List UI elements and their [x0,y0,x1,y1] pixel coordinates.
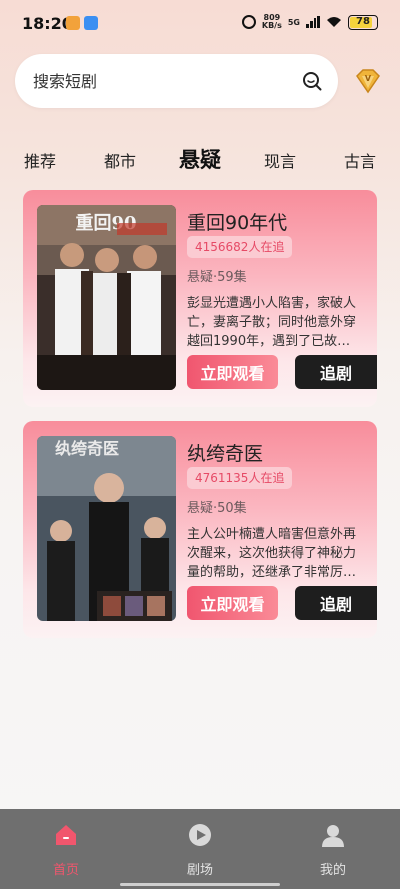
vip-diamond-icon[interactable]: V [353,68,383,94]
nav-theater-label: 剧场 [186,863,213,878]
drama-meta: 悬疑·50集 [187,501,247,516]
watchers-badge: 4761135人在追 [187,467,293,489]
tab-romance[interactable]: 现言 [264,148,296,172]
poster-image: 重回90 [37,205,176,390]
tab-recommend[interactable]: 推荐 [24,148,56,172]
drama-title[interactable]: 纨绔奇医 [187,439,263,466]
watch-now-button[interactable]: 立即观看 [187,586,278,620]
network-speed-unit: KB/s [261,21,282,30]
svg-text:V: V [365,74,372,83]
tab-suspense[interactable]: 悬疑 [179,144,221,174]
status-bar: 18:20 809 KB/s 5G 78 [0,0,400,48]
tab-city[interactable]: 都市 [104,148,136,172]
nav-profile[interactable]: 我的 [293,809,373,889]
drama-synopsis: 主人公叶楠遭人暗害但意外再次醒来，这次他获得了神秘力量的帮助，还继承了非常厉… [187,527,357,580]
nav-theater[interactable]: 剧场 [160,809,240,889]
category-tabs: 推荐 都市 悬疑 现言 古言 [0,140,400,176]
alarm-icon [241,15,256,29]
home-icon [56,825,76,845]
network-type: 5G [287,17,300,27]
watch-now-button[interactable]: 立即观看 [187,355,278,389]
watchers-badge: 4156682人在追 [187,236,293,258]
wifi-icon [327,17,341,27]
bottom-nav: 首页 剧场 我的 [0,809,400,889]
follow-drama-button[interactable]: 追剧 [295,355,377,389]
status-indicators: 809 KB/s 5G 78 [241,14,378,30]
search-icon[interactable] [302,71,322,91]
profile-icon [322,825,344,847]
drama-poster[interactable]: 重回90 [37,205,176,390]
svg-text:纨绔奇医: 纨绔奇医 [55,439,119,458]
network-speed: 809 KB/s [262,14,282,30]
nav-profile-label: 我的 [319,863,346,878]
nav-home-label: 首页 [52,863,79,878]
home-indicator[interactable] [120,883,280,886]
notification-app-icon [66,16,80,30]
battery-level: 78 [356,15,370,27]
battery-icon: 78 [348,14,378,30]
tab-ancient[interactable]: 古言 [344,148,376,172]
drama-card[interactable]: 重回90 重回90年代 4156682人在追 悬疑·59集 彭显光遭遇小人陷害，… [23,190,377,407]
drama-title[interactable]: 重回90年代 [187,208,287,235]
poster-image: 纨绔奇医 [37,436,176,621]
drama-synopsis: 彭显光遭遇小人陷害，家破人亡，妻离子散；同时他意外穿越回1990年，遇到了已故… [187,296,357,349]
signal-icon [306,16,320,28]
play-icon [189,824,211,846]
notification-app-icon [84,16,98,30]
follow-drama-button[interactable]: 追剧 [295,586,377,620]
drama-poster[interactable]: 纨绔奇医 [37,436,176,621]
drama-meta: 悬疑·59集 [187,270,247,285]
nav-home[interactable]: 首页 [26,809,106,889]
drama-card[interactable]: 纨绔奇医 纨绔奇医 4761135人在追 悬疑·50集 主人公叶楠遭人暗害但意外… [23,421,377,638]
search-input[interactable] [33,54,293,108]
search-bar[interactable] [15,54,338,108]
